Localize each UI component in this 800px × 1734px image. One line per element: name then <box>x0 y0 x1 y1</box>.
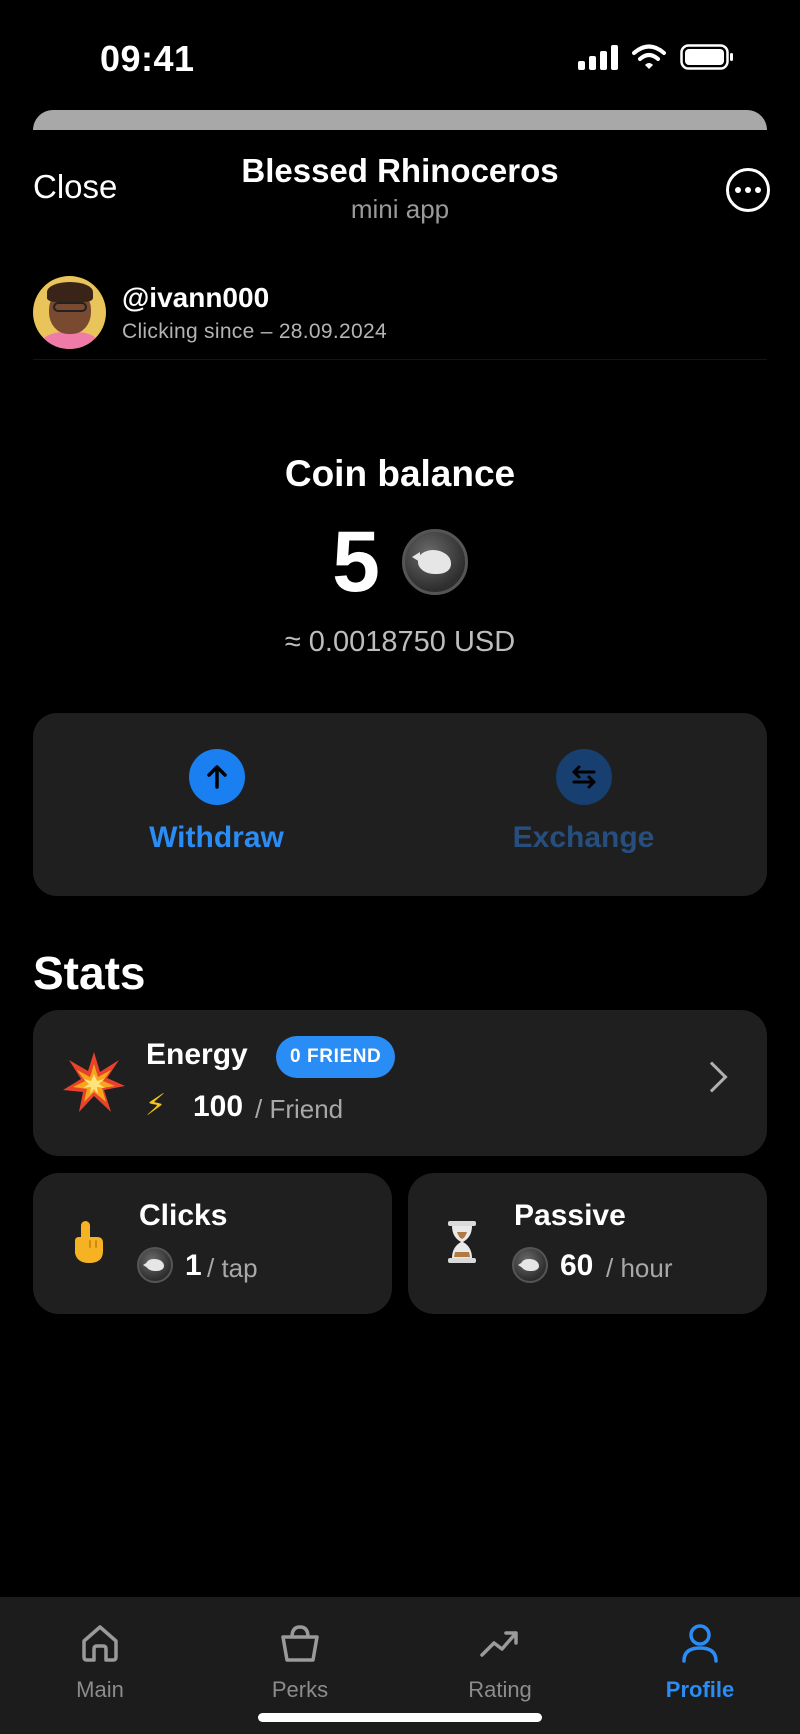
hourglass-icon <box>448 1221 476 1263</box>
coin-balance-value: 5 <box>332 514 380 610</box>
stats-title: Stats <box>33 947 146 999</box>
passive-unit: / hour <box>606 1253 673 1283</box>
nav-item-profile[interactable]: Profile <box>600 1597 800 1734</box>
battery-icon <box>680 44 733 70</box>
usd-equivalent: ≈ 0.0018750 USD <box>284 626 516 658</box>
arrow-up-icon <box>188 749 245 805</box>
nav-item-main[interactable]: Main <box>0 1597 200 1734</box>
shopping-bag-icon <box>281 1625 319 1662</box>
passive-card: Passive 60 / hour <box>408 1173 767 1314</box>
nav-label-perks: Perks <box>271 1677 329 1702</box>
app-title: Blessed Rhinoceros <box>241 152 559 189</box>
status-bar: 09:41 <box>0 0 800 110</box>
sheet-grabber <box>33 110 767 130</box>
member-since: Clicking since – 28.09.2024 <box>122 320 387 343</box>
home-icon <box>82 1625 118 1662</box>
user-icon <box>682 1624 718 1663</box>
nav-label-rating: Rating <box>468 1677 532 1702</box>
nav-label-profile: Profile <box>665 1677 735 1702</box>
coin-balance-label: Coin balance <box>284 453 516 494</box>
exchange-label: Exchange <box>512 821 655 854</box>
withdraw-label: Withdraw <box>149 821 284 854</box>
status-time: 09:41 <box>100 38 195 79</box>
lightning-icon: ⚡ <box>145 1089 167 1122</box>
profile-row: @ivann000 Clicking since – 28.09.2024 <box>33 276 767 360</box>
avatar <box>33 276 106 349</box>
rhino-coin-icon <box>512 1247 548 1283</box>
energy-unit: / Friend <box>255 1094 344 1124</box>
energy-value: 100 <box>193 1090 244 1123</box>
clicks-title: Clicks <box>139 1199 228 1232</box>
clicks-unit: / tap <box>207 1253 258 1283</box>
collision-icon <box>63 1052 125 1112</box>
exchange-arrows-icon <box>555 749 612 805</box>
friend-count-badge: 0 FRIEND <box>276 1036 396 1078</box>
passive-value: 60 <box>560 1249 594 1282</box>
coin-balance: 5 <box>0 512 800 612</box>
nav-label-main: Main <box>76 1677 124 1702</box>
energy-title: Energy <box>146 1038 248 1071</box>
withdraw-button[interactable]: Withdraw <box>33 713 400 896</box>
more-options-icon[interactable] <box>726 168 770 212</box>
exchange-button[interactable]: Exchange <box>400 713 767 896</box>
passive-title: Passive <box>514 1199 626 1232</box>
pointing-hand-icon <box>75 1221 103 1263</box>
clicks-value: 1 <box>185 1249 202 1282</box>
wifi-icon <box>632 44 666 69</box>
trending-up-icon <box>480 1631 518 1657</box>
energy-card[interactable]: Energy 0 FRIEND ⚡ 100 / Friend <box>33 1010 767 1156</box>
clicks-card: Clicks 1 / tap <box>33 1173 392 1314</box>
status-icons <box>578 44 734 70</box>
home-indicator <box>258 1713 542 1722</box>
cellular-signal-icon <box>578 44 618 70</box>
chevron-right-icon <box>696 1061 728 1093</box>
actions-card: Withdraw Exchange <box>33 713 767 896</box>
rhino-coin-icon <box>137 1247 173 1283</box>
mini-app-header: Close Blessed Rhinoceros mini app <box>0 130 800 240</box>
app-subtitle: mini app <box>350 194 450 224</box>
rhino-coin-icon <box>401 529 468 595</box>
username: @ivann000 <box>122 282 270 313</box>
